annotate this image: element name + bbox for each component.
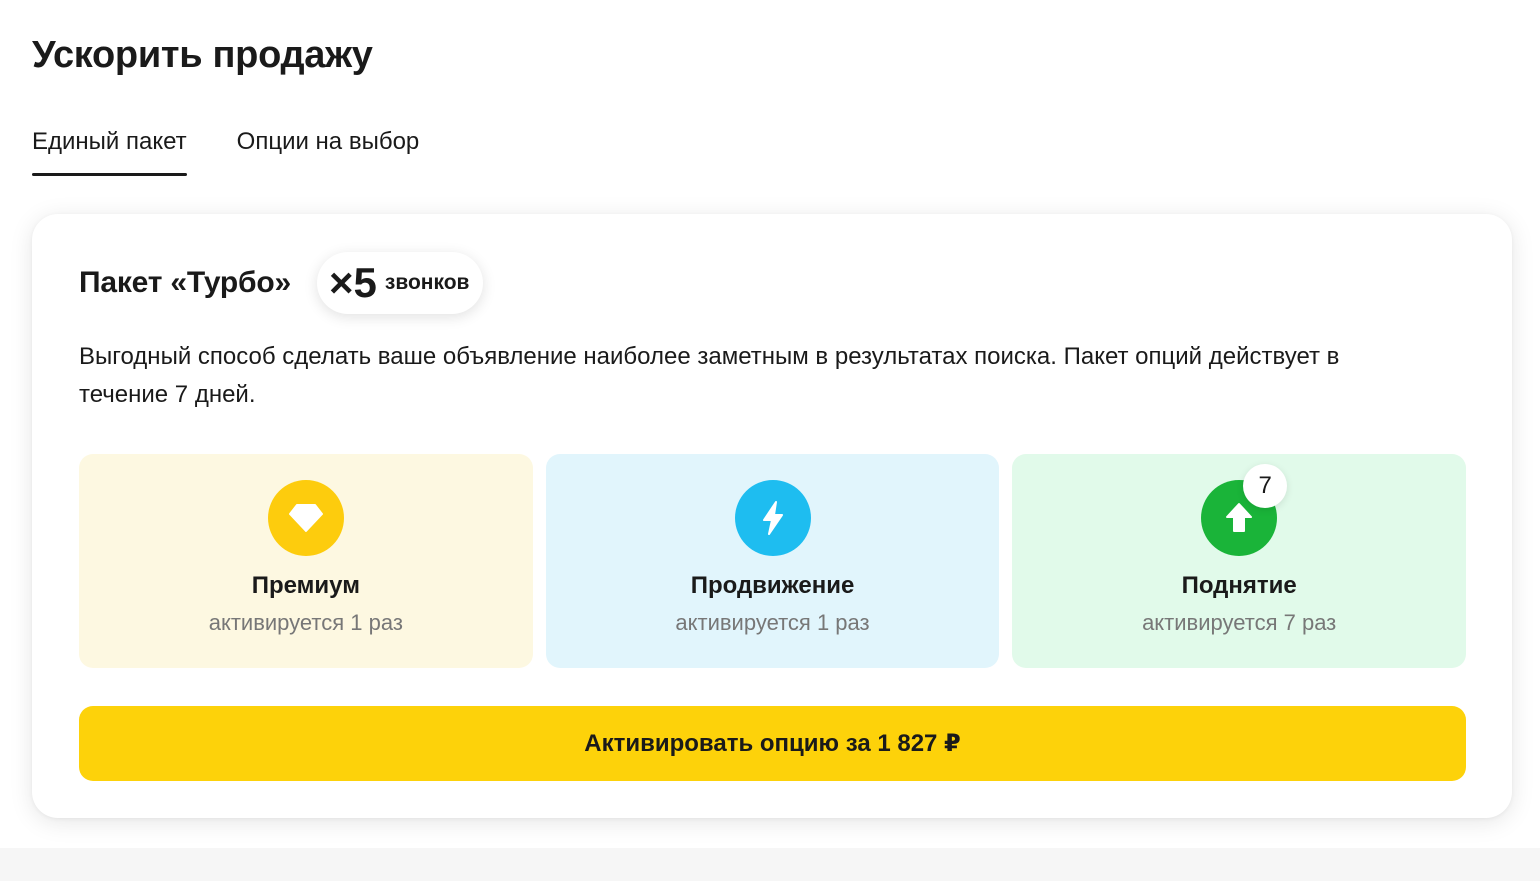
option-lift: 7 Поднятие активируется 7 раз <box>1012 454 1467 668</box>
multiplier-value: ×5 <box>329 259 377 306</box>
tab-single-package[interactable]: Единый пакет <box>32 122 187 176</box>
option-activation-count: активируется 1 раз <box>675 610 870 635</box>
arrow-up-icon: 7 <box>1201 464 1288 556</box>
option-activation-count: активируется 1 раз <box>208 610 403 635</box>
multiplier-unit: звонков <box>384 271 470 294</box>
tab-bar: Единый пакет Опции на выбор <box>32 122 419 176</box>
package-title: Пакет «Турбо» <box>79 266 291 299</box>
option-promotion: Продвижение активируется 1 раз <box>545 454 1000 668</box>
option-name: Поднятие <box>1181 572 1297 599</box>
package-options: Премиум активируется 1 раз Продвижение а… <box>79 454 1467 668</box>
diamond-icon <box>267 480 344 556</box>
option-activation-count: активируется 7 раз <box>1142 610 1337 635</box>
option-premium: Премиум активируется 1 раз <box>79 454 533 668</box>
tab-options-choice[interactable]: Опции на выбор <box>237 122 420 176</box>
card-header: Пакет «Турбо» ×5 звонков <box>79 252 484 314</box>
calls-multiplier-badge: ×5 звонков <box>317 252 484 314</box>
page-footer-strip <box>0 848 1540 881</box>
lightning-icon <box>734 480 811 556</box>
option-name: Продвижение <box>690 572 855 599</box>
page-title: Ускорить продажу <box>32 34 373 76</box>
activate-option-button[interactable]: Активировать опцию за 1 827 ₽ <box>79 706 1466 781</box>
lift-count-badge: 7 <box>1243 464 1288 508</box>
package-description: Выгодный способ сделать ваше объявление … <box>79 343 1340 408</box>
option-name: Премиум <box>251 572 360 599</box>
turbo-package-card: Пакет «Турбо» ×5 звонков Выгодный способ… <box>32 214 1512 818</box>
